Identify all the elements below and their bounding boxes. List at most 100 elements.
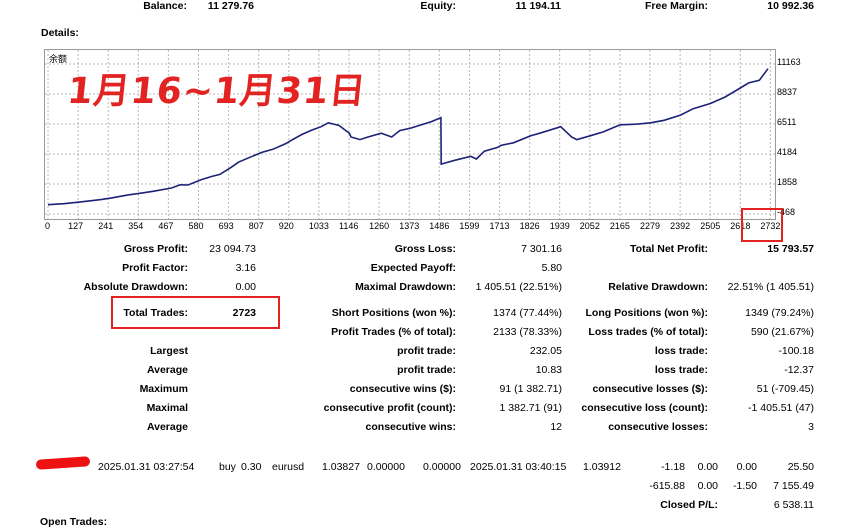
balance-label: Balance: (143, 0, 187, 12)
x-tick-label: 1146 (339, 221, 359, 231)
expected-payoff-value: 5.80 (541, 262, 562, 274)
maximal-label: Maximal (146, 402, 188, 414)
trade-open-price: 1.03827 (322, 461, 360, 473)
max-cons-wins-value: 91 (1 382.71) (499, 383, 562, 395)
x-tick-label: 1939 (549, 221, 570, 231)
y-tick-label: 1858 (777, 177, 798, 187)
x-tick-label: 0 (45, 221, 51, 231)
x-tick-label: 127 (68, 221, 84, 231)
loss-trades-value: 590 (21.67%) (750, 326, 814, 338)
long-positions-label: Long Positions (won %): (585, 307, 708, 319)
x-tick-label: 2505 (700, 221, 721, 231)
y-tick-label: 11163 (777, 57, 801, 67)
maximal-drawdown-value: 1 405.51 (22.51%) (475, 281, 562, 293)
profit-trades-value: 2133 (78.33%) (493, 326, 562, 338)
x-tick-label: 1713 (489, 221, 510, 231)
trade-symbol: eurusd (272, 461, 305, 473)
average-profit-label: profit trade: (397, 364, 456, 376)
maximal-cons-profit-label: consecutive profit (count): (323, 402, 456, 414)
x-tick-label: 1599 (459, 221, 480, 231)
maximal-cons-profit-value: 1 382.71 (91) (499, 402, 562, 414)
free-margin-label: Free Margin: (644, 0, 708, 12)
maximal-cons-loss-label: consecutive loss (count): (581, 402, 708, 414)
x-tick-label: 241 (98, 221, 114, 231)
short-positions-label: Short Positions (won %): (331, 307, 456, 319)
trade-tp: 0.00000 (423, 461, 461, 473)
closed-pl-value: 6 538.11 (773, 499, 814, 511)
average-consecutive-label: Average (146, 421, 188, 433)
avg-cons-wins-label: consecutive wins: (365, 421, 456, 433)
total-swap: -1.50 (733, 480, 757, 492)
short-positions-value: 1374 (77.44%) (493, 307, 562, 319)
x-tick-label: 467 (158, 221, 174, 231)
gross-loss-label: Gross Loss: (394, 243, 456, 255)
handwritten-annotation: 1月16~1月31日 (65, 71, 369, 112)
x-tick-label: 807 (248, 221, 264, 231)
x-tick-label: 1486 (429, 221, 450, 231)
gross-loss-value: 7 301.16 (521, 243, 562, 255)
average-loss-label: loss trade: (654, 364, 708, 376)
largest-label: Largest (150, 345, 188, 357)
maximum-label: Maximum (139, 383, 188, 395)
profit-factor-value: 3.16 (235, 262, 256, 274)
redacted-scribble (35, 456, 91, 470)
profit-trades-label: Profit Trades (% of total): (331, 326, 456, 338)
average-loss-value: -12.37 (784, 364, 814, 376)
total-commission: -615.88 (649, 480, 685, 492)
trade-type: buy (219, 461, 236, 473)
total-net-profit-value: 15 793.57 (767, 243, 814, 255)
gross-profit-value: 23 094.73 (209, 243, 256, 255)
y-tick-label: 6511 (777, 116, 797, 127)
max-cons-wins-label: consecutive wins ($): (349, 383, 456, 395)
trade-commission: -1.18 (661, 461, 685, 473)
highlight-box-total-trades (111, 296, 280, 329)
max-cons-losses-label: consecutive losses ($): (592, 383, 708, 395)
total-taxes: 0.00 (697, 480, 718, 492)
loss-trades-label: Loss trades (% of total): (588, 326, 708, 338)
x-tick-label: 920 (278, 221, 294, 231)
y-tick-label: 4184 (777, 147, 798, 157)
closed-pl-label: Closed P/L: (660, 499, 718, 511)
open-trades-label: Open Trades: (40, 516, 108, 528)
equity-value: 11 194.11 (515, 0, 561, 12)
avg-cons-losses-value: 3 (808, 421, 814, 433)
gross-profit-label: Gross Profit: (123, 243, 188, 255)
avg-cons-wins-value: 12 (550, 421, 562, 433)
absolute-drawdown-value: 0.00 (235, 281, 256, 293)
average-profit-value: 10.83 (535, 364, 562, 376)
maximal-cons-loss-value: -1 405.51 (47) (748, 402, 814, 414)
total-net-profit-label: Total Net Profit: (630, 243, 708, 255)
x-tick-label: 1826 (519, 221, 540, 231)
largest-loss-label: loss trade: (654, 345, 708, 357)
x-tick-label: 693 (218, 221, 234, 231)
largest-profit-label: profit trade: (397, 345, 456, 357)
trade-close-time: 2025.01.31 03:40:15 (470, 461, 567, 473)
largest-profit-value: 232.05 (529, 345, 562, 357)
x-tick-label: 1373 (399, 221, 420, 231)
balance-value: 11 279.76 (207, 0, 254, 12)
maximal-drawdown-label: Maximal Drawdown: (355, 281, 456, 293)
highlight-box-last-tick (741, 208, 783, 242)
x-tick-label: 2279 (640, 221, 661, 231)
absolute-drawdown-label: Absolute Drawdown: (83, 281, 188, 293)
relative-drawdown-value: 22.51% (1 405.51) (727, 281, 814, 293)
x-tick-label: 2052 (579, 221, 600, 231)
trade-taxes: 0.00 (697, 461, 718, 473)
long-positions-value: 1349 (79.24%) (745, 307, 814, 319)
expected-payoff-label: Expected Payoff: (370, 262, 456, 274)
equity-label: Equity: (420, 0, 456, 12)
x-tick-label: 2392 (670, 221, 691, 231)
x-tick-label: 2165 (609, 221, 630, 231)
x-tick-label: 580 (188, 221, 204, 231)
trade-profit: 25.50 (787, 461, 814, 473)
total-profit: 7 155.49 (773, 480, 814, 492)
average-label: Average (146, 364, 188, 376)
trade-sl: 0.00000 (367, 461, 405, 473)
trade-open-time: 2025.01.31 03:27:54 (98, 461, 195, 473)
max-cons-losses-value: 51 (-709.45) (756, 383, 814, 395)
details-label: Details: (41, 27, 79, 39)
largest-loss-value: -100.18 (778, 345, 814, 357)
trade-swap: 0.00 (736, 461, 757, 473)
y-tick-label: 8837 (777, 86, 798, 97)
x-tick-label: 1033 (308, 221, 329, 231)
